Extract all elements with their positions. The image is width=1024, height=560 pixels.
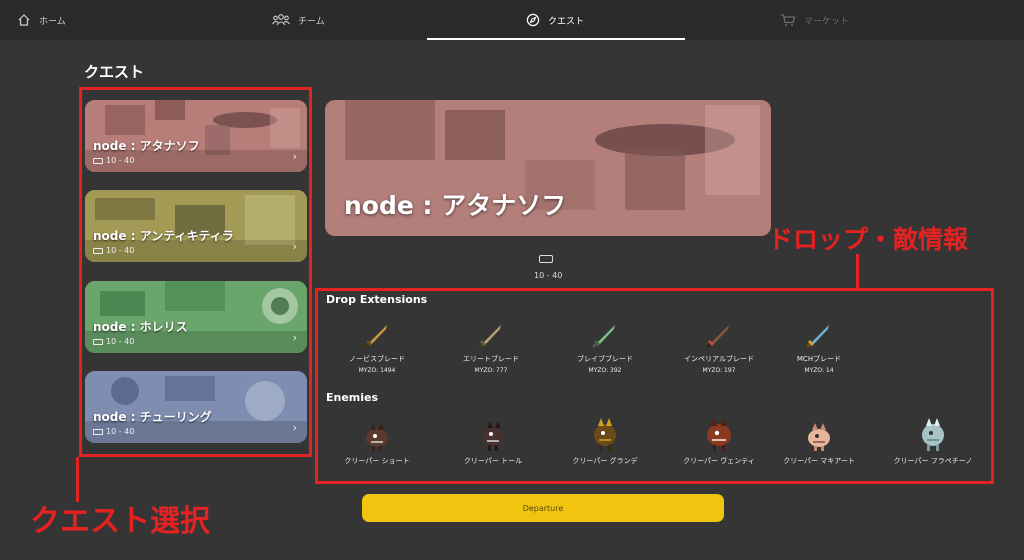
tab-market[interactable]: マーケット xyxy=(780,0,849,40)
top-nav: ホーム チーム クエスト マーケット xyxy=(0,0,1024,40)
cart-icon xyxy=(781,14,796,26)
selected-quest-banner: node : アタナソフ xyxy=(325,100,771,236)
page-title: クエスト xyxy=(84,63,145,81)
tab-home-label: ホーム xyxy=(39,16,66,27)
tab-quest[interactable]: クエスト xyxy=(526,0,584,40)
departure-button[interactable]: Departure xyxy=(362,494,724,522)
compass-icon xyxy=(526,13,540,27)
selected-quest-range: 10 - 40 xyxy=(534,271,563,280)
team-icon xyxy=(272,14,290,26)
tab-quest-label: クエスト xyxy=(548,16,585,27)
annotation-connector xyxy=(856,254,859,288)
tab-market-label: マーケット xyxy=(804,16,850,27)
tab-team-label: チーム xyxy=(298,16,325,27)
drop-info-highlight xyxy=(315,288,994,484)
tab-team[interactable]: チーム xyxy=(272,0,325,40)
active-tab-indicator xyxy=(427,38,685,40)
selected-quest-name: node : アタナソフ xyxy=(344,191,567,220)
quest-select-highlight xyxy=(79,87,312,457)
tab-home[interactable]: ホーム xyxy=(17,0,66,40)
level-icon xyxy=(539,255,553,263)
home-icon xyxy=(18,14,30,26)
annotation-quest-select: クエスト選択 xyxy=(30,504,210,539)
annotation-drop-enemy-info: ドロップ・敵情報 xyxy=(768,225,969,254)
